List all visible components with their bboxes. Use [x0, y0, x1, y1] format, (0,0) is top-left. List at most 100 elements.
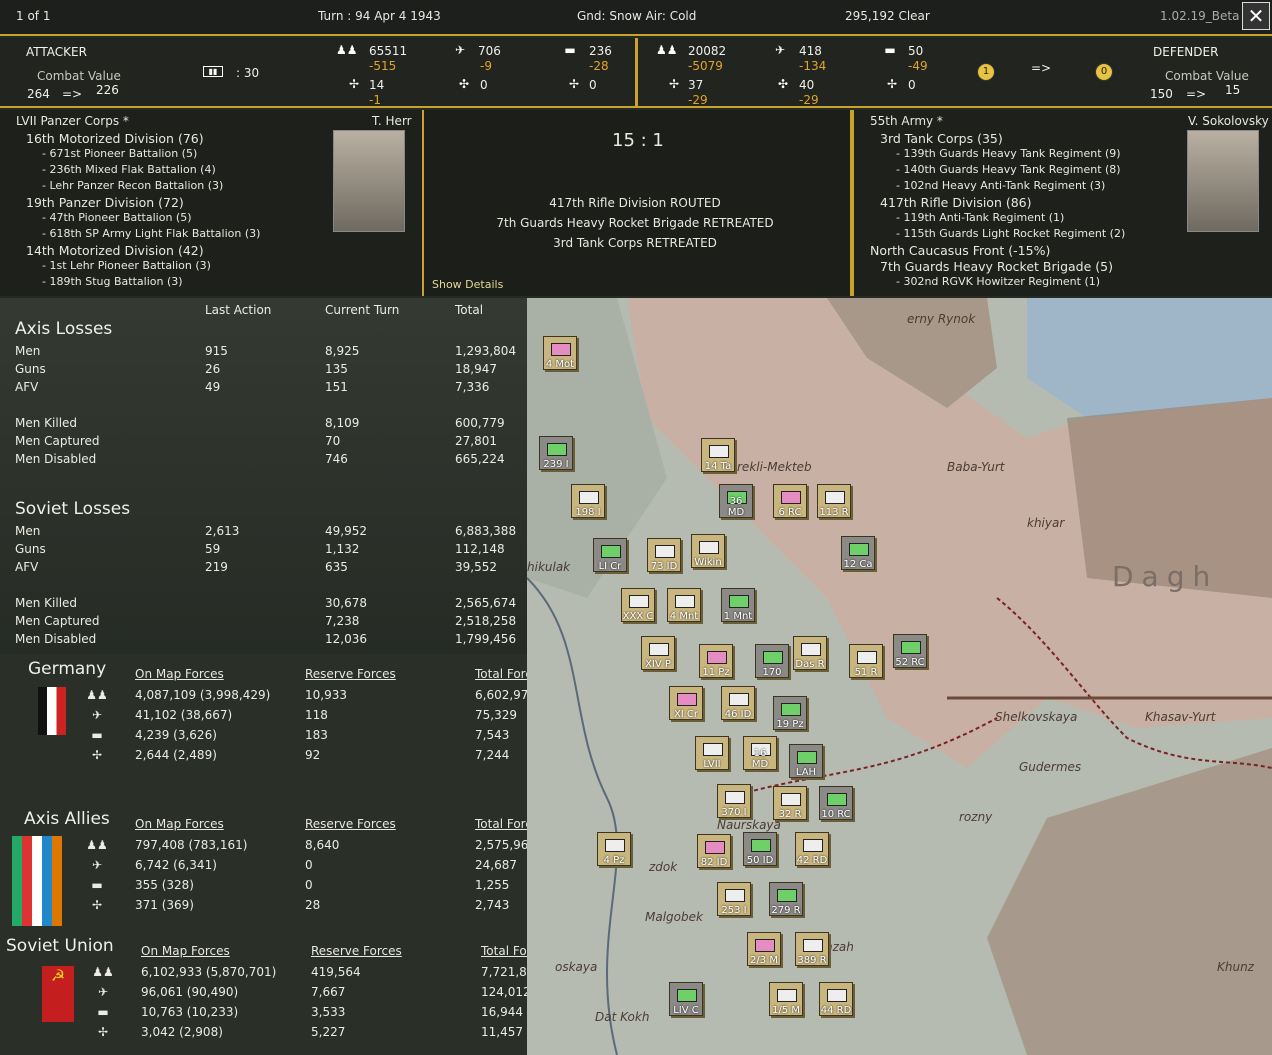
fighter-icon: ✢ [97, 1025, 109, 1039]
loss-total: 1,799,456 [455, 632, 517, 646]
map-unit-counter[interactable]: 279 R [769, 882, 803, 916]
map-unit-counter[interactable]: 42 RD [795, 832, 829, 866]
map-unit-counter[interactable]: 4 Mnt [667, 588, 701, 622]
hex-map[interactable]: erny Rynok rekli-Mekteb Baba-Yurt khiyar Dag… [527, 298, 1272, 1055]
map-unit-counter[interactable]: 12 Ca [841, 536, 875, 570]
unit-label: 1 Mnt [723, 611, 753, 622]
unit-list-item[interactable]: - 102nd Heavy Anti-Tank Regiment (3) [896, 179, 1105, 192]
map-unit-counter[interactable]: XXX C [621, 588, 655, 622]
map-unit-counter[interactable]: 82 ID [697, 834, 731, 868]
close-button[interactable]: ✕ [1242, 2, 1270, 30]
map-unit-counter[interactable]: 51 R [849, 644, 883, 678]
loss-row-label: AFV [15, 560, 39, 574]
unit-type-icon [797, 751, 817, 764]
unit-list-item[interactable]: 16th Motorized Division (76) [26, 131, 204, 146]
map-unit-counter[interactable]: LI Cr [593, 538, 627, 572]
unit-list-item[interactable]: - 671st Pioneer Battalion (5) [42, 147, 197, 160]
map-unit-counter[interactable]: 253 I [717, 882, 751, 916]
reserve-value: 28 [305, 898, 321, 912]
unit-list-item[interactable]: 417th Rifle Division (86) [880, 195, 1032, 210]
unit-list-item[interactable]: North Caucasus Front (-15%) [870, 243, 1050, 258]
map-unit-counter[interactable]: 239 I [539, 436, 573, 470]
map-place-label: khiyar [1027, 516, 1065, 530]
map-unit-counter[interactable]: Das R [793, 636, 827, 670]
map-unit-counter[interactable]: Wikin [691, 534, 725, 568]
attacker-air: 706 [478, 44, 501, 58]
map-unit-counter[interactable]: 46 ID [721, 686, 755, 720]
map-unit-counter[interactable]: 1/5 M [769, 982, 803, 1016]
result-line-1: 417th Rifle Division ROUTED [549, 196, 721, 210]
unit-list-item[interactable]: - 1st Lehr Pioneer Battalion (3) [42, 259, 211, 272]
unit-list-item[interactable]: - 302nd RGVK Howitzer Regiment (1) [896, 275, 1100, 288]
map-unit-counter[interactable]: 2/3 M [747, 932, 781, 966]
on-map-value: 41,102 (38,667) [135, 708, 233, 722]
men-icon: ♟♟ [656, 43, 678, 57]
unit-label: 52 RC [895, 657, 925, 668]
unit-list-item[interactable]: - 140th Guards Heavy Tank Regiment (8) [896, 163, 1121, 176]
unit-list-item[interactable]: - 189th Stug Battalion (3) [42, 275, 183, 288]
attacker-hq[interactable]: LVII Panzer Corps * [16, 114, 129, 128]
fort-level-right: 0 [1095, 63, 1113, 81]
map-unit-counter[interactable]: 198 I [571, 484, 605, 518]
map-unit-counter[interactable]: LAH [789, 744, 823, 778]
unit-type-icon [649, 643, 669, 656]
attacker-men: 65511 [369, 44, 408, 58]
defender-hq[interactable]: 55th Army * [870, 114, 943, 128]
loss-current-turn: 12,036 [325, 632, 367, 646]
map-unit-counter[interactable]: 1 Mnt [721, 588, 755, 622]
map-unit-counter[interactable]: 36 MD [719, 484, 753, 518]
map-unit-counter[interactable]: 170 [755, 644, 789, 678]
loss-last-action: 59 [205, 542, 221, 556]
map-unit-counter[interactable]: 4 Pz [597, 832, 631, 866]
unit-label: XXX C [622, 611, 654, 622]
map-unit-counter[interactable]: LIV C [669, 982, 703, 1016]
map-unit-counter[interactable]: LVII [695, 736, 729, 770]
unit-label: 10 RC [821, 809, 851, 820]
unit-list-item[interactable]: - 236th Mixed Flak Battalion (4) [42, 163, 216, 176]
unit-label: 253 I [721, 905, 747, 916]
map-unit-counter[interactable]: XI Cr [669, 686, 703, 720]
misc-status: 295,192 Clear [845, 9, 930, 23]
unit-list-item[interactable]: 14th Motorized Division (42) [26, 243, 204, 258]
map-unit-counter[interactable]: 4 Mot [543, 336, 577, 370]
loss-last-action: 915 [205, 344, 228, 358]
map-unit-counter[interactable]: 19 Pz [773, 696, 807, 730]
map-unit-counter[interactable]: 14 Ta [701, 438, 735, 472]
unit-list-item[interactable]: 19th Panzer Division (72) [26, 195, 184, 210]
unit-list-item[interactable]: 3rd Tank Corps (35) [880, 131, 1003, 146]
map-unit-counter[interactable]: 113 R [817, 484, 851, 518]
odds-arrow: => [1031, 61, 1052, 75]
map-unit-counter[interactable]: 73 ID [647, 538, 681, 572]
map-unit-counter[interactable]: 32 R [773, 786, 807, 820]
tank-icon: ▬ [564, 43, 576, 57]
map-unit-counter[interactable]: 389 R [795, 932, 829, 966]
map-unit-counter[interactable]: 10 RC [819, 786, 853, 820]
show-details-link[interactable]: Show Details [432, 278, 503, 291]
unit-label: 42 RD [796, 855, 828, 866]
map-unit-counter[interactable]: 370 I [717, 784, 751, 818]
loss-total: 27,801 [455, 434, 497, 448]
unit-list-item[interactable]: - 139th Guards Heavy Tank Regiment (9) [896, 147, 1121, 160]
unit-list-item[interactable]: - 618th SP Army Light Flak Battalion (3) [42, 227, 260, 240]
loss-row-label: Guns [15, 542, 46, 556]
unit-label: 4 Mot [545, 359, 575, 370]
men-icon: ♟♟ [86, 838, 108, 852]
map-unit-counter[interactable]: 16 MD [743, 736, 777, 770]
unit-list-item[interactable]: - 47th Pioneer Battalion (5) [42, 211, 192, 224]
col-on-map: On Map Forces [141, 944, 230, 958]
unit-list-item[interactable]: - 119th Anti-Tank Regiment (1) [896, 211, 1064, 224]
loss-total: 1,293,804 [455, 344, 517, 358]
unit-list-item[interactable]: - Lehr Panzer Recon Battalion (3) [42, 179, 223, 192]
map-unit-counter[interactable]: 50 ID [743, 832, 777, 866]
unit-label: 198 I [575, 507, 601, 518]
map-unit-counter[interactable]: 6 RC [773, 484, 807, 518]
map-place-label: rozny [959, 810, 993, 824]
map-unit-counter[interactable]: 44 RD [819, 982, 853, 1016]
loss-row-label: Men Disabled [15, 632, 97, 646]
unit-label: 32 R [778, 809, 802, 820]
unit-list-item[interactable]: 7th Guards Heavy Rocket Brigade (5) [880, 259, 1113, 274]
map-unit-counter[interactable]: 11 Pz [699, 644, 733, 678]
unit-list-item[interactable]: - 115th Guards Light Rocket Regiment (2) [896, 227, 1125, 240]
map-unit-counter[interactable]: XIV P [641, 636, 675, 670]
map-unit-counter[interactable]: 52 RC [893, 634, 927, 668]
